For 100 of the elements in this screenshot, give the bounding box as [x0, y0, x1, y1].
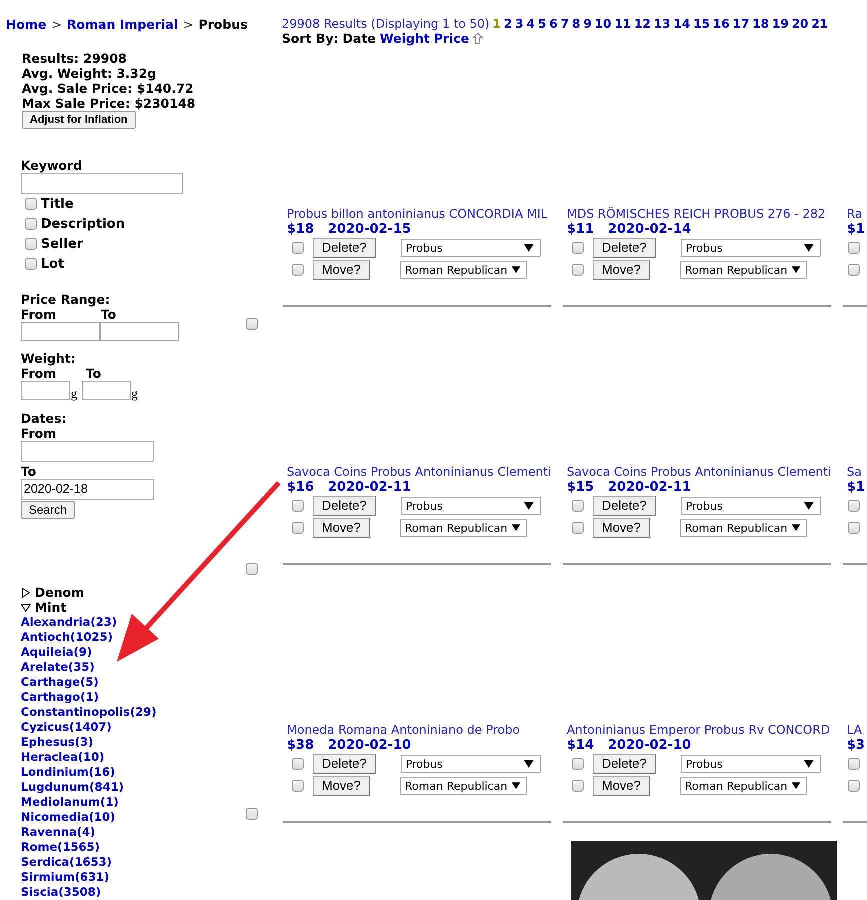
mint-link[interactable]: Nicomedia(10) — [21, 810, 282, 825]
checkbox[interactable] — [25, 238, 37, 250]
checkbox[interactable] — [572, 758, 584, 770]
delete-button[interactable]: Delete? — [313, 496, 376, 516]
checkbox[interactable] — [572, 500, 584, 512]
delete-button[interactable]: Delete? — [313, 754, 376, 774]
move-to-select[interactable]: Roman Republican — [680, 519, 808, 537]
checkbox[interactable] — [848, 758, 860, 770]
mint-link[interactable]: Alexandria(23) — [21, 615, 282, 630]
delete-button[interactable]: Delete? — [593, 238, 656, 258]
page-link[interactable]: 9 — [584, 17, 592, 31]
page-link[interactable]: 2 — [504, 17, 512, 31]
category-select[interactable]: Probus — [680, 497, 821, 515]
mint-link[interactable]: Mediolanum(1) — [21, 795, 282, 810]
price-from-field[interactable] — [21, 322, 100, 341]
move-to-select[interactable]: Roman Republican — [680, 777, 808, 795]
page-link[interactable]: 8 — [572, 17, 581, 31]
move-button[interactable]: Move? — [313, 260, 370, 280]
checkbox[interactable] — [292, 758, 304, 770]
checkbox[interactable] — [848, 242, 860, 254]
weight-from-field[interactable] — [21, 381, 70, 400]
move-button[interactable]: Move? — [313, 518, 370, 538]
mint-link[interactable]: Londinium(16) — [21, 765, 282, 780]
checkbox[interactable] — [572, 242, 584, 254]
listing-title[interactable]: Moneda Romana Antoniniano de Probo — [283, 723, 551, 738]
checkbox[interactable] — [292, 264, 304, 276]
move-button[interactable]: Move? — [593, 260, 650, 280]
page-link[interactable]: 11 — [614, 17, 632, 31]
delete-button[interactable]: Delete? — [593, 496, 656, 516]
page-link[interactable]: 18 — [752, 17, 770, 31]
search-button[interactable]: Search — [21, 501, 76, 519]
keyword-field[interactable] — [21, 173, 183, 194]
page-link[interactable]: 12 — [634, 17, 652, 31]
move-button[interactable]: Move? — [593, 518, 650, 538]
sort-option[interactable]: Weight — [380, 31, 430, 46]
checkbox[interactable] — [848, 500, 860, 512]
delete-button[interactable]: Delete? — [593, 754, 656, 774]
checkbox[interactable] — [292, 242, 304, 254]
page-link[interactable]: 4 — [526, 17, 536, 31]
mint-link[interactable]: Rome(1565) — [21, 840, 282, 855]
checkbox[interactable] — [572, 522, 584, 534]
page-link[interactable]: 3 — [515, 17, 524, 31]
category-select[interactable]: Probus — [400, 239, 541, 257]
checkbox[interactable] — [848, 780, 860, 792]
price-to-field[interactable] — [100, 322, 179, 341]
checkbox[interactable] — [292, 780, 304, 792]
category-select[interactable]: Probus — [400, 755, 541, 773]
category-select[interactable]: Probus — [680, 239, 821, 257]
page-link[interactable]: 6 — [549, 17, 558, 31]
page-link[interactable]: 21 — [812, 17, 828, 31]
checkbox[interactable] — [292, 522, 304, 534]
listing-title[interactable]: Probus billon antoninianus CONCORDIA MIL — [283, 207, 551, 222]
checkbox[interactable] — [572, 780, 584, 792]
page-link[interactable]: 17 — [732, 17, 750, 31]
listing-title[interactable]: LA — [843, 723, 867, 738]
breadcrumb-link[interactable]: Roman Imperial — [67, 17, 178, 32]
move-to-select[interactable]: Roman Republican — [400, 519, 528, 537]
page-link[interactable]: 19 — [772, 17, 789, 31]
page-link[interactable]: 13 — [654, 17, 671, 31]
mint-link[interactable]: Sirmium(631) — [21, 870, 282, 885]
page-link[interactable]: 10 — [594, 17, 612, 31]
date-from-field[interactable] — [21, 441, 154, 462]
filter-toggle[interactable]: Mint — [21, 600, 282, 615]
mint-link[interactable]: Heraclea(10) — [21, 750, 282, 765]
checkbox[interactable] — [25, 218, 37, 230]
category-select[interactable]: Probus — [400, 497, 541, 515]
delete-button[interactable]: Delete? — [313, 238, 376, 258]
mint-link[interactable]: Aquileia(9) — [21, 645, 282, 660]
page-link[interactable]: 20 — [792, 17, 809, 31]
mint-link[interactable]: Lugdunum(841) — [21, 780, 282, 795]
checkbox[interactable] — [25, 198, 37, 210]
breadcrumb-link[interactable]: Home — [6, 17, 47, 32]
mint-link[interactable]: Cyzicus(1407) — [21, 720, 282, 735]
listing-title[interactable]: Antoninianus Emperor Probus Rv CONCORD — [563, 723, 831, 738]
page-link[interactable]: 14 — [674, 17, 690, 31]
checkbox[interactable] — [246, 562, 258, 575]
listing-title[interactable]: Savoca Coins Probus Antoninianus Clementi — [283, 465, 551, 480]
mint-link[interactable]: Ephesus(3) — [21, 735, 282, 750]
listing-title[interactable]: Savoca Coins Probus Antoninianus Clementi — [563, 465, 831, 480]
move-button[interactable]: Move? — [313, 776, 370, 796]
sort-option[interactable]: Date — [342, 31, 376, 46]
date-to-field[interactable]: 2020-02-18 — [21, 479, 154, 500]
page-link[interactable]: 7 — [560, 17, 570, 31]
checkbox[interactable] — [572, 264, 584, 276]
mint-link[interactable]: Ravenna(4) — [21, 825, 282, 840]
filter-toggle[interactable]: Denom — [21, 585, 282, 600]
move-button[interactable]: Move? — [593, 776, 650, 796]
mint-link[interactable]: Siscia(3508) — [21, 885, 282, 900]
category-select[interactable]: Probus — [680, 755, 821, 773]
page-link[interactable]: 15 — [693, 17, 710, 31]
listing-title[interactable]: Sa — [843, 465, 867, 480]
weight-to-field[interactable] — [82, 381, 130, 400]
checkbox[interactable] — [246, 318, 258, 330]
up-arrow-icon[interactable] — [473, 33, 484, 44]
move-to-select[interactable]: Roman Republican — [680, 261, 808, 279]
move-to-select[interactable]: Roman Republican — [400, 777, 528, 795]
inflation-button[interactable]: Adjust for Inflation — [22, 111, 136, 129]
checkbox[interactable] — [246, 808, 258, 820]
listing-title[interactable]: Ra — [843, 207, 867, 222]
move-to-select[interactable]: Roman Republican — [400, 261, 528, 279]
